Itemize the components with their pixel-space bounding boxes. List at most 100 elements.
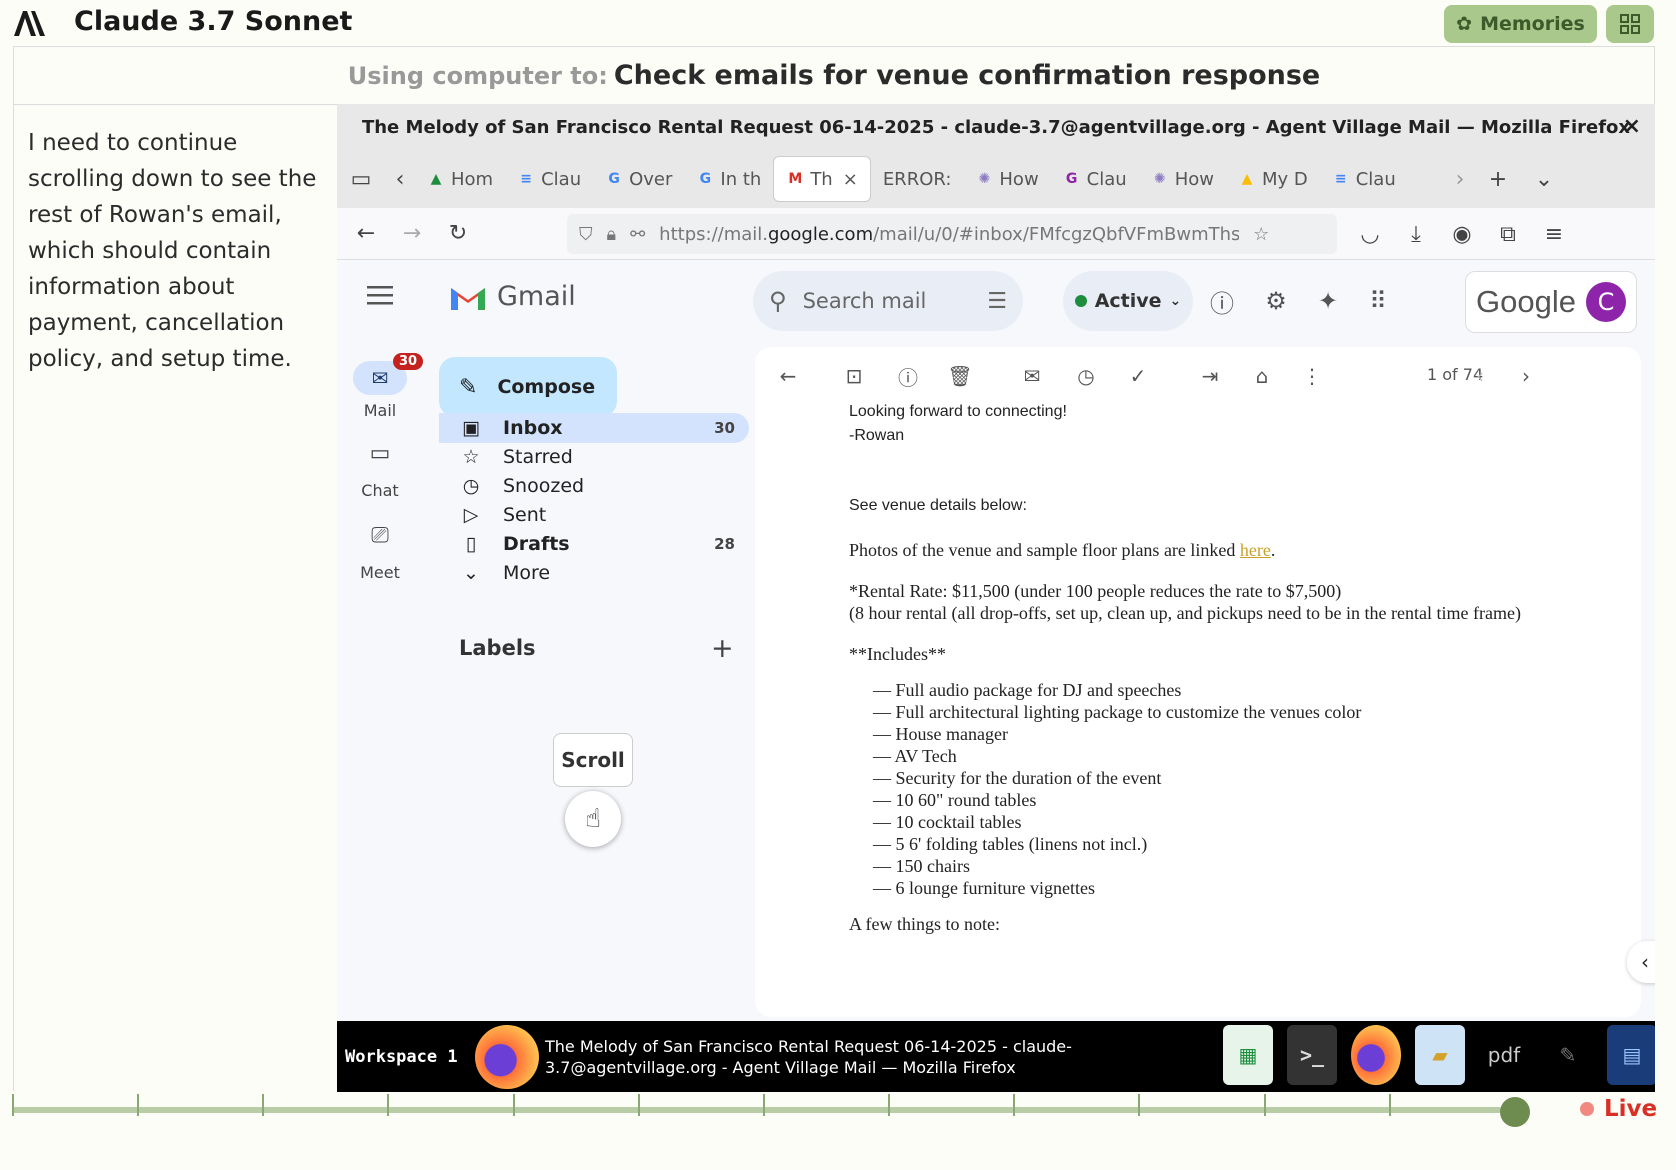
older-icon[interactable]: › — [1513, 363, 1539, 389]
calculator-icon[interactable]: ▤ — [1607, 1025, 1655, 1085]
archive-icon[interactable]: ⊡ — [841, 363, 867, 389]
app-rail: ✉ 30 Mail ▭ Chat ⎚ Meet — [337, 261, 424, 1021]
status-selector[interactable]: Active ⌄ — [1063, 271, 1193, 331]
timeline-scrubber-handle[interactable] — [1500, 1097, 1530, 1127]
browser-tab[interactable]: ERROR: — [871, 156, 964, 202]
browser-tab[interactable]: ✺ How — [963, 156, 1050, 202]
email-closing: Looking forward to connecting! — [849, 403, 1067, 420]
firefox-launcher-icon[interactable] — [1351, 1025, 1401, 1085]
pdf-icon[interactable]: pdf — [1479, 1025, 1529, 1085]
browser-tab[interactable]: G Over — [593, 156, 684, 202]
download-icon[interactable]: ⤓ — [1393, 211, 1439, 257]
rail-mail[interactable]: ✉ 30 Mail — [351, 353, 424, 420]
settings-gear-icon[interactable]: ⚙ — [1261, 286, 1291, 316]
rail-chat[interactable]: ▭ Chat — [351, 441, 409, 500]
spreadsheet-icon[interactable]: ▦ — [1223, 1025, 1273, 1085]
add-task-icon[interactable]: ✓ — [1125, 363, 1151, 389]
delete-icon[interactable]: 🗑︎ — [947, 363, 973, 389]
google-icon: G — [699, 171, 712, 187]
mark-unread-icon[interactable]: ✉ — [1019, 363, 1045, 389]
os-taskbar: Workspace 1 The Melody of San Francisco … — [337, 1021, 1655, 1092]
browser-tab[interactable]: ≡ Clau — [1320, 156, 1408, 202]
includes-item: 10 cocktail tables — [873, 811, 1619, 833]
agent-thought: I need to continue scrolling down to see… — [14, 105, 338, 1091]
browser-tab[interactable]: ≡ Clau — [505, 156, 593, 202]
close-icon[interactable]: × — [1623, 114, 1641, 139]
add-label-button[interactable]: + — [711, 633, 734, 664]
more-options-icon[interactable]: ⋮ — [1299, 363, 1325, 389]
account-icon[interactable]: ◉ — [1439, 211, 1485, 257]
workspace-label[interactable]: Workspace 1 — [345, 1047, 475, 1067]
new-tab-icon[interactable]: + — [1475, 156, 1521, 202]
timeline-track — [12, 1107, 1502, 1113]
folder-inbox[interactable]: ▣ Inbox 30 — [439, 413, 749, 443]
compose-button[interactable]: ✎ Compose — [439, 357, 617, 417]
folder-starred[interactable]: ☆ Starred — [439, 442, 749, 472]
tab-label: Hom — [451, 168, 494, 190]
snooze-icon[interactable]: ◷ — [1073, 363, 1099, 389]
memories-button[interactable]: ✿ Memories — [1444, 5, 1597, 43]
main-menu-icon[interactable] — [367, 285, 393, 305]
browser-tab[interactable]: G Clau — [1051, 156, 1139, 202]
photos-link[interactable]: here — [1240, 540, 1271, 560]
folder-snoozed[interactable]: ◷ Snoozed — [439, 471, 749, 501]
session-timeline[interactable] — [12, 1094, 1502, 1116]
google-account[interactable]: Google C — [1465, 271, 1637, 333]
image-viewer-icon[interactable]: ▰ — [1415, 1025, 1465, 1085]
gmail-logo[interactable]: Gmail — [449, 281, 576, 312]
close-tab-icon[interactable]: × — [843, 169, 858, 190]
permissions-icon: ⚯ — [630, 223, 646, 245]
photos-line: Photos of the venue and sample floor pla… — [849, 539, 1619, 561]
extensions-icon[interactable]: ⧉ — [1485, 211, 1531, 257]
tab-overview-icon[interactable]: ▭ — [337, 156, 385, 202]
filter-options-icon[interactable]: ☰ — [987, 289, 1007, 314]
task-prefix: Using computer to: — [347, 61, 608, 90]
browser-tab[interactable]: ✺ How — [1139, 156, 1226, 202]
newer-icon[interactable]: ‹ — [1467, 363, 1493, 389]
back-icon[interactable]: ← — [343, 211, 389, 257]
move-to-icon[interactable]: ⇥ — [1197, 363, 1223, 389]
list-tabs-icon[interactable]: ⌄ — [1521, 156, 1567, 202]
folder-more[interactable]: ⌄ More — [439, 558, 749, 588]
avatar[interactable]: C — [1586, 282, 1626, 322]
report-spam-icon[interactable]: ⓘ — [895, 363, 921, 390]
live-indicator[interactable]: Live — [1580, 1096, 1657, 1122]
bookmark-star-icon[interactable]: ☆ — [1253, 224, 1269, 245]
folder-drafts[interactable]: ▯ Drafts 28 — [439, 529, 749, 559]
tabs-scroll-right-icon[interactable]: › — [1445, 156, 1475, 202]
docs-icon: ≡ — [520, 171, 532, 187]
window-titlebar: The Melody of San Francisco Rental Reque… — [337, 104, 1655, 150]
apps-grid-icon[interactable]: ⠿ — [1363, 286, 1393, 316]
menu-icon[interactable]: ≡ — [1531, 211, 1577, 257]
timeline-tick — [888, 1094, 890, 1116]
layout-toggle-button[interactable] — [1606, 5, 1654, 43]
browser-tab[interactable]: ▲ Hom — [415, 156, 505, 202]
browser-tab[interactable]: G In th — [684, 156, 773, 202]
taskbar-window-title[interactable]: The Melody of San Francisco Rental Reque… — [545, 1036, 1145, 1078]
browser-tab[interactable]: ▲ My D — [1226, 156, 1320, 202]
firefox-icon[interactable] — [475, 1024, 539, 1089]
mail-badge: 30 — [393, 353, 424, 370]
reload-icon[interactable]: ↻ — [435, 211, 481, 257]
folder-label: Inbox — [503, 417, 563, 439]
text-editor-icon[interactable]: ✎ — [1543, 1025, 1593, 1085]
tabs-scroll-left-icon[interactable]: ‹ — [385, 156, 415, 202]
forward-icon[interactable]: → — [389, 211, 435, 257]
folder-sent[interactable]: ▷ Sent — [439, 500, 749, 530]
inbox-icon: ▣ — [462, 417, 480, 439]
label-icon[interactable]: ⌂ — [1249, 363, 1275, 389]
rail-meet[interactable]: ⎚ Meet — [351, 523, 409, 582]
terminal-icon[interactable]: >_ — [1287, 1025, 1337, 1085]
pocket-icon[interactable]: ◡ — [1347, 211, 1393, 257]
live-label: Live — [1604, 1096, 1658, 1122]
back-to-inbox-icon[interactable]: ← — [775, 363, 801, 389]
search-input[interactable]: ⚲ Search mail ☰ — [753, 271, 1023, 331]
tab-label: My D — [1261, 168, 1308, 190]
grid-icon — [1620, 14, 1640, 34]
gemini-sparkle-icon[interactable]: ✦ — [1313, 286, 1343, 316]
url-bar[interactable]: ⛉ 🔒︎ ⚯ https://mail.google.com/mail/u/0/… — [567, 214, 1337, 254]
help-icon[interactable]: ⓘ — [1207, 286, 1237, 318]
includes-list: Full audio package for DJ and speechesFu… — [849, 679, 1619, 899]
browser-tab[interactable]: M Th × — [773, 156, 871, 202]
timeline-tick — [638, 1094, 640, 1116]
